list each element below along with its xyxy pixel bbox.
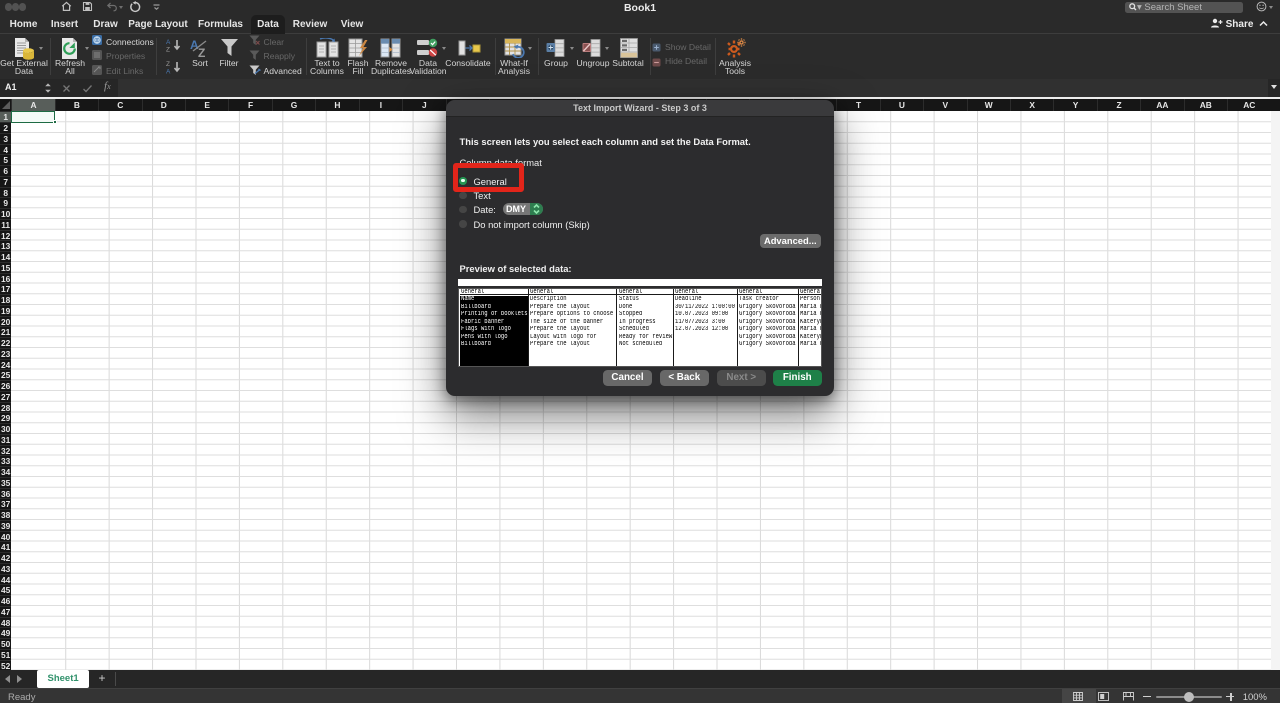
svg-text:A: A [166, 39, 171, 46]
svg-text:Z: Z [198, 46, 205, 58]
svg-text:Z: Z [166, 46, 170, 52]
svg-text:A: A [166, 68, 171, 74]
